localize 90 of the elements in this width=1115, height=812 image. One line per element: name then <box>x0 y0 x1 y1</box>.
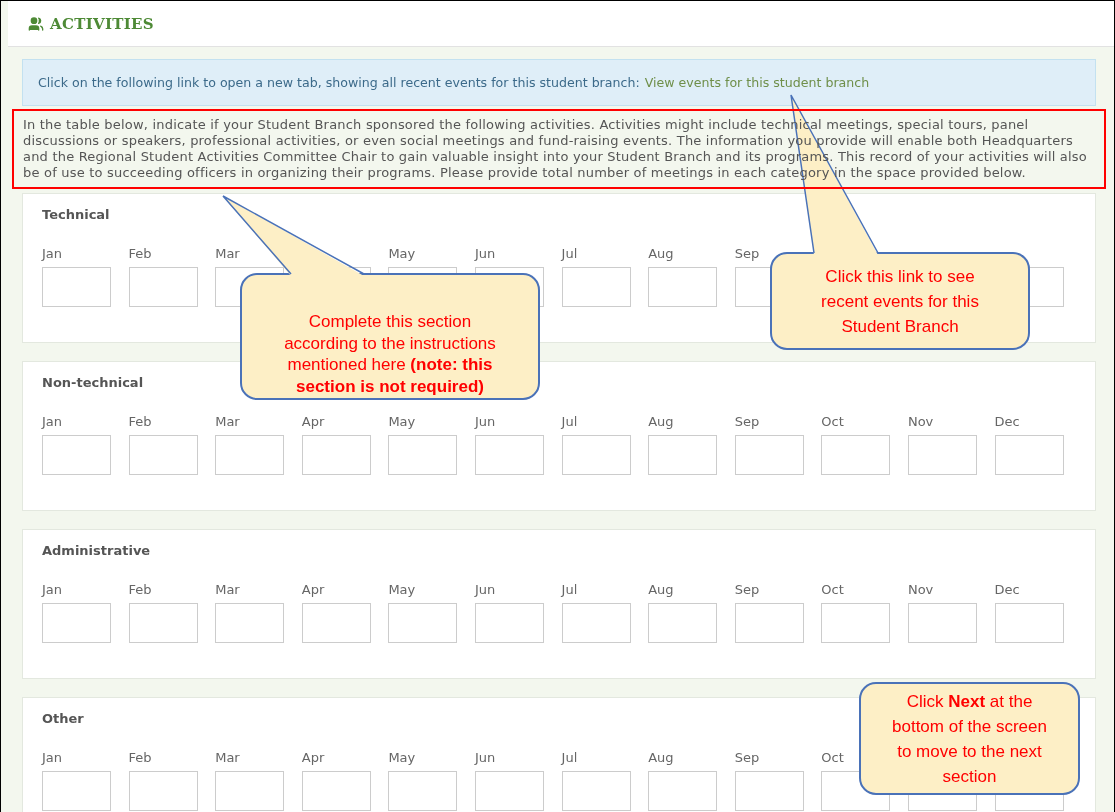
count-field[interactable] <box>821 435 891 475</box>
month-label: Aug <box>648 750 675 766</box>
section-title: ACTIVITIES <box>50 14 154 33</box>
count-field[interactable] <box>301 435 371 475</box>
count-field[interactable] <box>648 267 718 307</box>
count-field[interactable] <box>215 771 285 811</box>
events-link[interactable]: View events for this student branch <box>644 75 870 90</box>
count-field[interactable] <box>388 771 458 811</box>
count-field[interactable] <box>42 771 111 811</box>
month-label: Oct <box>821 750 845 766</box>
callout-text: Click Next at the bottom of the screen to move to the next section <box>891 690 1048 788</box>
month-label: Jul <box>561 582 579 598</box>
month-label: Jan <box>42 246 64 262</box>
month-label: Aug <box>648 582 675 598</box>
month-label: Sep <box>734 750 761 766</box>
count-field[interactable] <box>215 435 285 475</box>
month-label: Jul <box>561 414 579 430</box>
callout-text: Click this link to see recent events for this Student Branch <box>820 265 980 338</box>
month-label: Feb <box>128 246 153 262</box>
month-label: Nov <box>907 582 935 598</box>
count-field[interactable] <box>561 603 631 643</box>
month-label: Apr <box>301 414 326 430</box>
month-label: Sep <box>734 246 761 262</box>
count-field[interactable] <box>474 603 544 643</box>
count-field[interactable] <box>561 435 631 475</box>
category-title: Non-technical <box>42 375 144 390</box>
month-label: Mar <box>215 414 241 430</box>
month-label: Mar <box>215 246 241 262</box>
month-label: Dec <box>994 582 1021 598</box>
count-field[interactable] <box>561 771 631 811</box>
callout-text: Complete this section according to the instructions mentioned here (note: this section is not required) <box>283 311 497 397</box>
month-label: Feb <box>128 414 153 430</box>
month-label: Feb <box>128 582 153 598</box>
month-label: Jun <box>474 246 497 262</box>
count-field[interactable] <box>42 435 111 475</box>
count-field[interactable] <box>734 771 804 811</box>
count-field[interactable] <box>42 267 111 307</box>
count-field[interactable] <box>301 603 371 643</box>
month-label: Jun <box>474 414 497 430</box>
category-title: Technical <box>42 207 110 222</box>
month-label: May <box>388 414 417 430</box>
month-label: Nov <box>907 414 935 430</box>
month-label: Apr <box>301 582 326 598</box>
month-label: Apr <box>301 750 326 766</box>
month-label: Oct <box>821 582 845 598</box>
users-icon <box>28 15 44 32</box>
month-label: Mar <box>215 582 241 598</box>
count-field[interactable] <box>734 435 804 475</box>
month-label: May <box>388 582 417 598</box>
month-label: Sep <box>734 414 761 430</box>
count-field[interactable] <box>907 603 977 643</box>
category-title: Other <box>42 711 84 726</box>
month-label: Jul <box>561 246 579 262</box>
count-field[interactable] <box>734 603 804 643</box>
month-label: Aug <box>648 246 675 262</box>
count-field[interactable] <box>128 267 198 307</box>
count-field[interactable] <box>474 435 544 475</box>
month-label: Oct <box>821 414 845 430</box>
month-label: Jul <box>561 750 579 766</box>
month-label: May <box>388 246 417 262</box>
month-label: Jun <box>474 582 497 598</box>
month-label: May <box>388 750 417 766</box>
month-label: Jan <box>42 414 64 430</box>
count-field[interactable] <box>215 603 285 643</box>
month-label: Jun <box>474 750 497 766</box>
count-field[interactable] <box>648 771 718 811</box>
count-field[interactable] <box>561 267 631 307</box>
info-text: Click on the following link to open a new tab, showing all recent events for this student branch: <box>38 75 640 90</box>
count-field[interactable] <box>821 603 891 643</box>
month-label: Aug <box>648 414 675 430</box>
count-field[interactable] <box>907 435 977 475</box>
count-field[interactable] <box>128 771 198 811</box>
month-label: Jan <box>42 582 64 598</box>
month-label: Jan <box>42 750 64 766</box>
count-field[interactable] <box>128 435 198 475</box>
month-label: Sep <box>734 582 761 598</box>
count-field[interactable] <box>128 603 198 643</box>
count-field[interactable] <box>42 603 111 643</box>
count-field[interactable] <box>474 771 544 811</box>
count-field[interactable] <box>648 603 718 643</box>
category-title: Administrative <box>42 543 151 558</box>
count-field[interactable] <box>301 771 371 811</box>
month-label: Mar <box>215 750 241 766</box>
month-label: Feb <box>128 750 153 766</box>
count-field[interactable] <box>994 603 1064 643</box>
count-field[interactable] <box>388 603 458 643</box>
count-field[interactable] <box>994 435 1064 475</box>
month-label: Dec <box>994 414 1021 430</box>
count-field[interactable] <box>388 435 458 475</box>
count-field[interactable] <box>648 435 718 475</box>
